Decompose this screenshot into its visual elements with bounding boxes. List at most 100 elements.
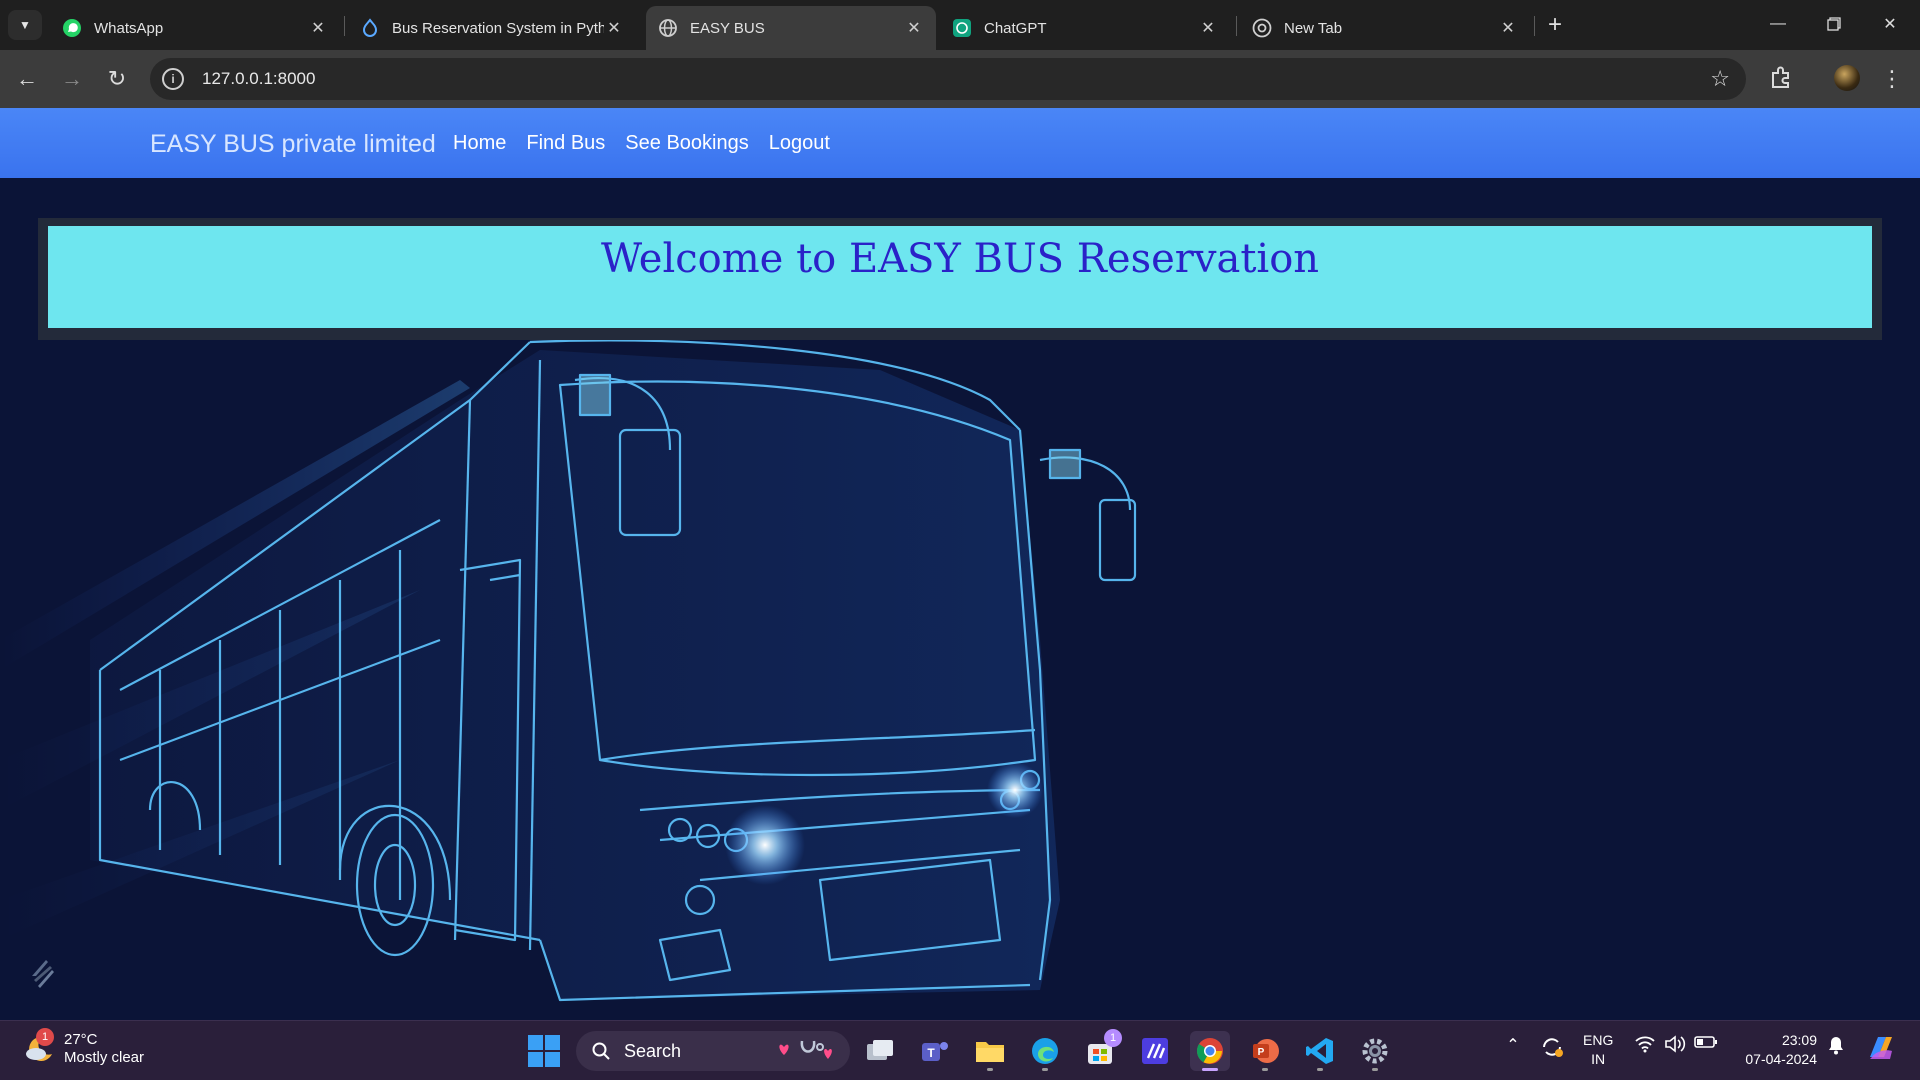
running-indicator bbox=[1262, 1068, 1268, 1071]
site-navbar: EASY BUS private limited Home Find Bus S… bbox=[0, 108, 1920, 178]
taskbar-file-explorer[interactable] bbox=[970, 1031, 1010, 1071]
close-icon[interactable]: ✕ bbox=[1498, 18, 1518, 38]
taskbar-powerpoint[interactable]: P bbox=[1245, 1031, 1285, 1071]
taskbar-edge[interactable] bbox=[1025, 1031, 1065, 1071]
nav-link-find-bus[interactable]: Find Bus bbox=[526, 132, 605, 155]
forward-button[interactable]: → bbox=[55, 62, 89, 96]
back-button[interactable]: ← bbox=[10, 62, 44, 96]
taskbar-task-view[interactable] bbox=[860, 1031, 900, 1071]
windows-taskbar: 1 27°C Mostly clear Search T 1 P ⌃ ENG I… bbox=[0, 1020, 1920, 1080]
running-indicator bbox=[1042, 1068, 1048, 1071]
browser-menu-button[interactable]: ⋮ bbox=[1880, 62, 1904, 96]
chatgpt-icon bbox=[952, 18, 972, 38]
tab-whatsapp[interactable]: WhatsApp ✕ bbox=[50, 6, 340, 50]
globe-icon bbox=[658, 18, 678, 38]
taskbar-search[interactable]: Search bbox=[576, 1031, 850, 1071]
profile-avatar[interactable] bbox=[1834, 65, 1860, 91]
tab-easy-bus[interactable]: EASY BUS ✕ bbox=[646, 6, 936, 50]
moon-cloud-icon: 1 bbox=[22, 1028, 56, 1066]
minimize-button[interactable]: — bbox=[1758, 8, 1798, 40]
taskbar-app-purple[interactable] bbox=[1135, 1031, 1175, 1071]
reload-button[interactable]: ↻ bbox=[100, 62, 134, 96]
browser-tab-strip: ▼ WhatsApp ✕ Bus Reservation System in P… bbox=[0, 0, 1920, 50]
language-indicator[interactable]: ENG IN bbox=[1583, 1031, 1613, 1069]
clock-time: 23:09 bbox=[1781, 1032, 1817, 1048]
bus-hero-image bbox=[0, 340, 1137, 1002]
nav-link-see-bookings[interactable]: See Bookings bbox=[625, 132, 748, 155]
running-indicator bbox=[1317, 1068, 1323, 1071]
reload-icon: ↻ bbox=[107, 66, 127, 91]
tray-sync[interactable] bbox=[1538, 1035, 1566, 1059]
gear-icon bbox=[1362, 1038, 1388, 1064]
arrow-right-icon: → bbox=[61, 66, 83, 91]
folder-icon bbox=[976, 1042, 1004, 1062]
nav-link-logout[interactable]: Logout bbox=[769, 132, 830, 155]
url-text[interactable]: 127.0.0.1:8000 bbox=[202, 69, 315, 89]
chrome-icon bbox=[1252, 18, 1272, 38]
tray-battery[interactable] bbox=[1694, 1035, 1718, 1049]
bolt-logo-icon bbox=[32, 960, 54, 988]
taskbar-settings[interactable] bbox=[1355, 1031, 1395, 1071]
puzzle-icon bbox=[1772, 66, 1789, 88]
new-tab-button[interactable]: + bbox=[1540, 10, 1570, 40]
tab-chatgpt[interactable]: ChatGPT ✕ bbox=[940, 6, 1230, 50]
whatsapp-icon bbox=[62, 18, 82, 38]
start-button[interactable] bbox=[528, 1035, 560, 1067]
tab-title: ChatGPT bbox=[984, 19, 1047, 37]
close-icon[interactable]: ✕ bbox=[308, 18, 328, 38]
close-icon[interactable]: ✕ bbox=[904, 18, 924, 38]
nav-links: Home Find Bus See Bookings Logout bbox=[453, 132, 830, 155]
address-bar[interactable]: i 127.0.0.1:8000 ☆ bbox=[150, 58, 1746, 100]
store-badge: 1 bbox=[1104, 1029, 1122, 1047]
battery-icon bbox=[1694, 1036, 1717, 1048]
search-label: Search bbox=[624, 1040, 682, 1061]
extensions-button[interactable] bbox=[1768, 64, 1796, 92]
drupal-icon bbox=[360, 18, 380, 38]
restore-icon bbox=[1827, 17, 1841, 31]
brand-logo-text[interactable]: EASY BUS private limited bbox=[150, 130, 436, 159]
tab-new-tab[interactable]: New Tab ✕ bbox=[1240, 6, 1530, 50]
welcome-heading: Welcome to EASY BUS Reservation bbox=[600, 236, 1320, 282]
taskbar-store[interactable]: 1 bbox=[1080, 1029, 1122, 1071]
notifications-button[interactable] bbox=[1825, 1035, 1847, 1055]
tray-volume[interactable] bbox=[1664, 1035, 1686, 1053]
tab-search-button[interactable]: ▼ bbox=[8, 10, 42, 40]
nav-link-home[interactable]: Home bbox=[453, 132, 506, 155]
chrome-icon bbox=[1196, 1038, 1223, 1064]
more-vert-icon: ⋮ bbox=[1881, 66, 1903, 91]
taskbar-teams[interactable]: T bbox=[915, 1031, 955, 1071]
tray-wifi[interactable] bbox=[1634, 1035, 1656, 1053]
running-indicator bbox=[1202, 1068, 1218, 1071]
powerpoint-icon: P bbox=[1253, 1039, 1279, 1063]
taskbar-vscode[interactable] bbox=[1300, 1031, 1340, 1071]
close-window-button[interactable]: ✕ bbox=[1870, 8, 1910, 40]
tab-title: New Tab bbox=[1284, 19, 1343, 37]
bookmark-star-icon[interactable]: ☆ bbox=[1710, 66, 1730, 92]
region-code: IN bbox=[1591, 1051, 1606, 1067]
svg-text:T: T bbox=[927, 1046, 935, 1060]
chevron-up-icon: ⌃ bbox=[1506, 1037, 1520, 1054]
close-icon[interactable]: ✕ bbox=[604, 18, 624, 38]
taskbar-chrome[interactable] bbox=[1190, 1031, 1230, 1071]
site-info-icon[interactable]: i bbox=[162, 68, 184, 90]
restore-button[interactable] bbox=[1814, 8, 1854, 40]
arrow-left-icon: ← bbox=[16, 66, 38, 91]
weather-temp: 27°C bbox=[64, 1031, 98, 1048]
taskbar-clock[interactable]: 23:09 07-04-2024 bbox=[1735, 1031, 1817, 1069]
weather-badge: 1 bbox=[36, 1028, 54, 1046]
tab-bus-reservation[interactable]: Bus Reservation System in Pyth ✕ bbox=[348, 6, 636, 50]
running-indicator bbox=[1372, 1068, 1378, 1071]
weather-widget[interactable]: 1 27°C Mostly clear bbox=[22, 1028, 144, 1067]
tray-overflow-button[interactable]: ⌃ bbox=[1502, 1035, 1524, 1055]
stethoscope-hearts-icon bbox=[779, 1040, 832, 1059]
welcome-banner: Welcome to EASY BUS Reservation bbox=[48, 226, 1872, 328]
close-icon[interactable]: ✕ bbox=[1198, 18, 1218, 38]
browser-toolbar: ← → ↻ i 127.0.0.1:8000 ☆ ⋮ bbox=[0, 50, 1920, 108]
clock-date: 07-04-2024 bbox=[1745, 1051, 1817, 1067]
windows-logo-tile bbox=[528, 1052, 543, 1067]
plus-icon: + bbox=[1547, 11, 1562, 38]
windows-logo-tile bbox=[545, 1052, 560, 1067]
bell-icon bbox=[1829, 1037, 1843, 1055]
windows-logo-tile bbox=[545, 1035, 560, 1050]
copilot-button[interactable] bbox=[1864, 1031, 1898, 1065]
